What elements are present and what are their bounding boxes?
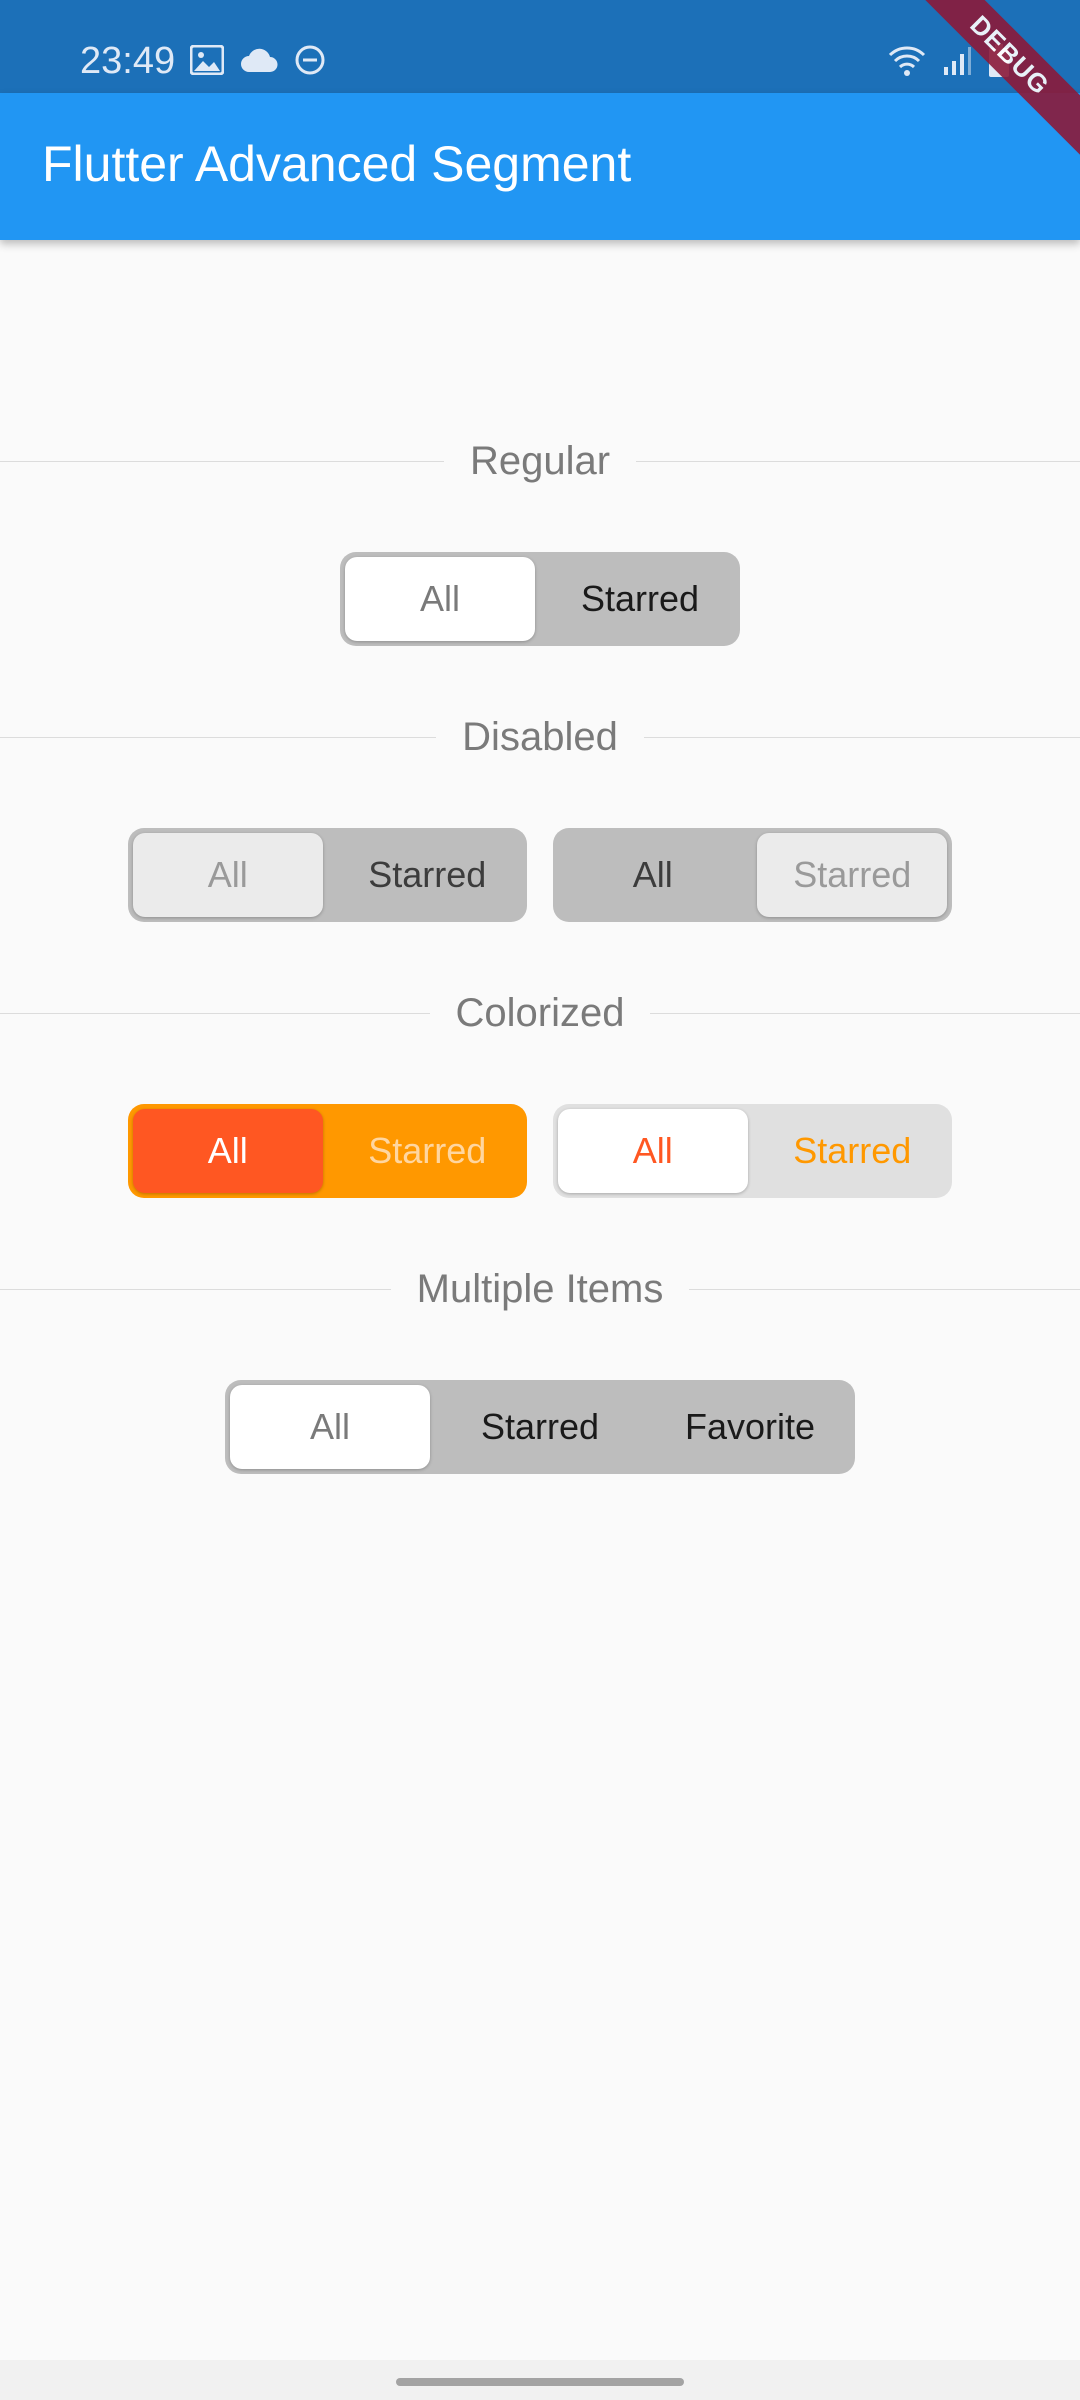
section-label-regular: Regular <box>469 438 611 483</box>
segment-item-starred[interactable]: Starred <box>540 552 740 646</box>
divider-line <box>650 1012 1080 1014</box>
segment-item-favorite[interactable]: Favorite <box>645 1380 855 1474</box>
cloud-icon <box>241 48 278 72</box>
segment-item-all[interactable]: All <box>128 1104 328 1198</box>
segment-item-all[interactable]: All <box>553 1104 753 1198</box>
divider-line <box>0 736 437 738</box>
signal-icon <box>944 47 971 75</box>
segment-item-starred[interactable]: Starred <box>753 1104 953 1198</box>
status-icons-left <box>190 44 326 76</box>
colorized-segment-b[interactable]: All Starred <box>553 1104 952 1198</box>
section-label-multiple-items: Multiple Items <box>416 1266 664 1311</box>
segment-item-all: All <box>207 854 248 895</box>
segment-item-all[interactable]: All <box>225 1380 435 1474</box>
segment-item-all: All <box>632 854 673 895</box>
section-label-disabled: Disabled <box>462 714 618 759</box>
do-not-disturb-icon <box>295 45 325 75</box>
divider-line <box>0 460 444 462</box>
home-handle[interactable] <box>396 2378 684 2386</box>
status-bar: 23:49 <box>0 0 1080 93</box>
divider-line <box>636 460 1080 462</box>
segment-item-starred[interactable]: Starred <box>435 1380 645 1474</box>
divider-line <box>0 1012 430 1014</box>
regular-section-divider: Regular <box>0 431 1080 491</box>
disabled-segment-b: All Starred <box>553 828 952 922</box>
colorized-segment-a[interactable]: All Starred <box>128 1104 527 1198</box>
segment-item-all[interactable]: All <box>340 552 540 646</box>
segment-item-starred: Starred <box>793 854 912 895</box>
wifi-icon <box>888 46 926 76</box>
divider-line <box>643 736 1080 738</box>
segment-item-starred: Starred <box>368 854 487 895</box>
app-title: Flutter Advanced Segment <box>42 136 632 192</box>
section-label-colorized: Colorized <box>455 990 625 1035</box>
regular-segment[interactable]: All Starred <box>340 552 740 646</box>
multiple-section-divider: Multiple Items <box>0 1259 1080 1319</box>
app-bar: Flutter Advanced Segment <box>0 93 1080 240</box>
disabled-section-divider: Disabled <box>0 707 1080 767</box>
navigation-bar <box>0 2360 1080 2400</box>
colorized-section-divider: Colorized <box>0 983 1080 1043</box>
disabled-segment-a: All Starred <box>128 828 527 922</box>
status-time: 23:49 <box>80 40 176 82</box>
divider-line <box>0 1288 391 1290</box>
image-icon <box>190 45 224 75</box>
multiple-items-segment[interactable]: All Starred Favorite <box>225 1380 855 1474</box>
divider-line <box>689 1288 1080 1290</box>
segment-item-starred[interactable]: Starred <box>328 1104 528 1198</box>
